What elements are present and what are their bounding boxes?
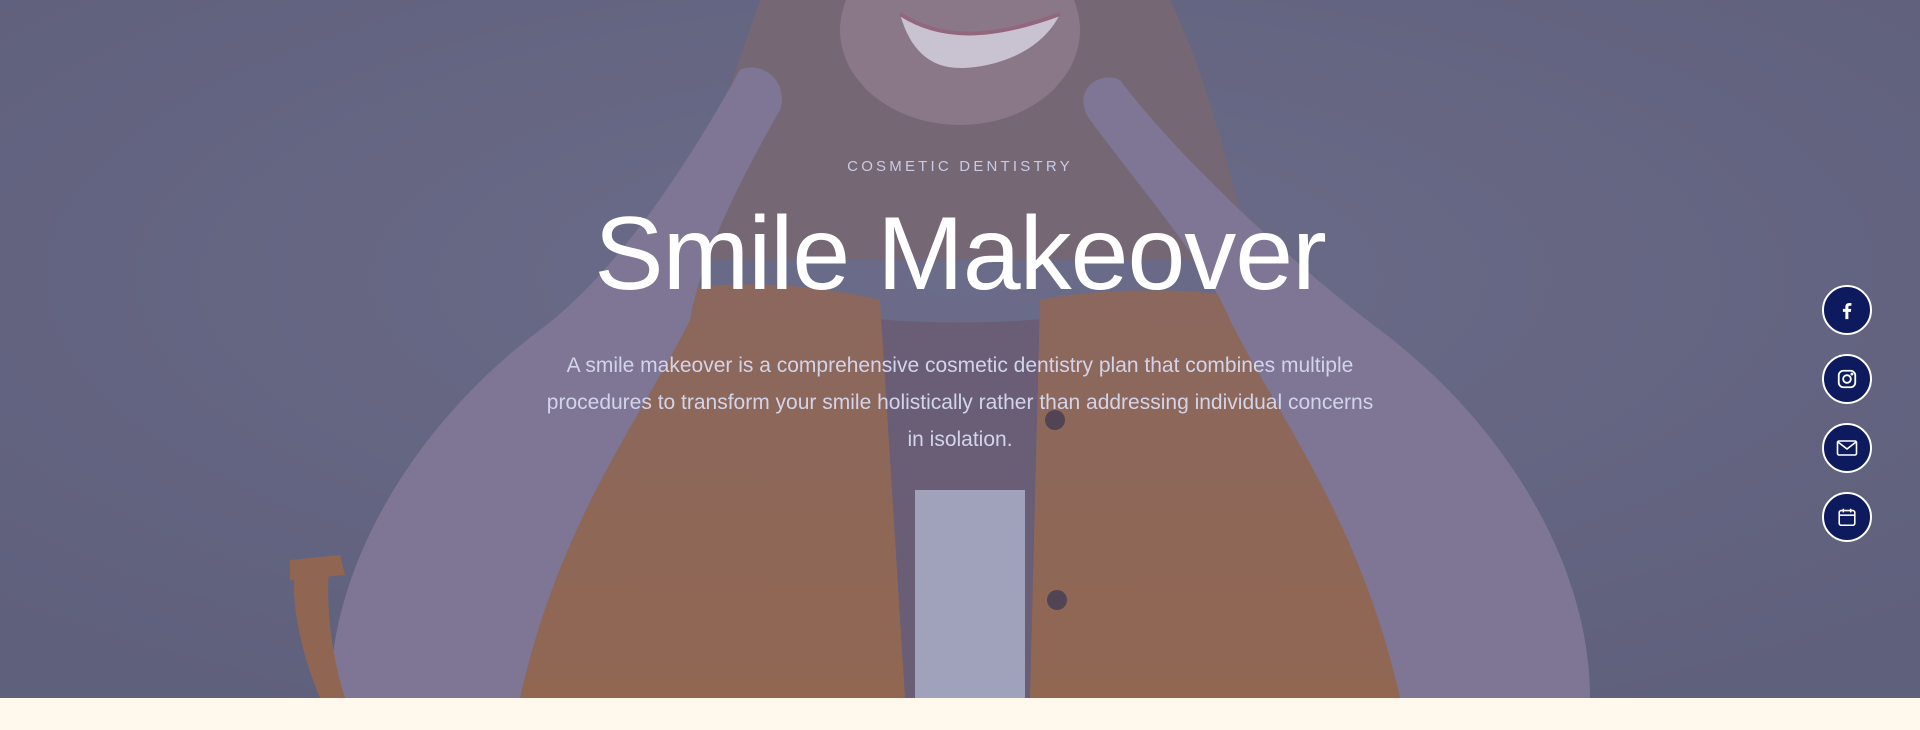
facebook-icon [1842,302,1852,320]
instagram-button[interactable] [1822,354,1872,404]
mail-icon [1836,440,1858,456]
email-button[interactable] [1822,423,1872,473]
social-sidebar [1822,285,1872,561]
hero-section: COSMETIC DENTISTRY Smile Makeover A smil… [0,0,1920,698]
hero-eyebrow: COSMETIC DENTISTRY [847,158,1073,175]
appointment-button[interactable] [1822,492,1872,542]
calendar-icon [1838,508,1856,527]
page-title: Smile Makeover [594,196,1327,312]
facebook-button[interactable] [1822,285,1872,335]
next-section-strip [0,698,1920,730]
hero-description: A smile makeover is a comprehensive cosm… [546,354,1374,451]
instagram-icon [1837,369,1857,389]
